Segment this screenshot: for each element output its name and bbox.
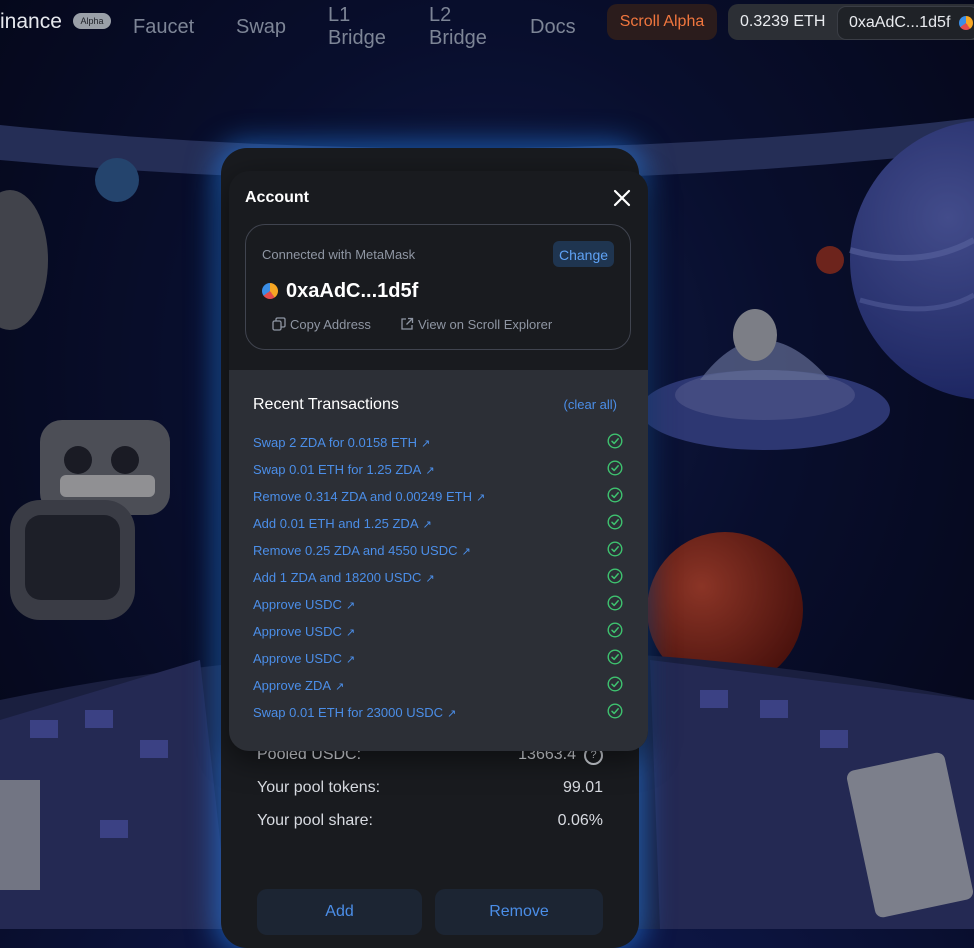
transaction-item[interactable]: Add 0.01 ETH and 1.25 ZDA ↗ [253, 514, 623, 534]
view-explorer-link[interactable]: View on Scroll Explorer [400, 317, 552, 332]
success-check-icon [607, 460, 623, 476]
modal-title: Account [245, 189, 309, 206]
success-check-icon [607, 649, 623, 665]
close-icon[interactable] [611, 187, 633, 209]
copy-icon [272, 317, 286, 331]
external-link-icon [401, 317, 414, 330]
success-check-icon [607, 514, 623, 530]
arrow-up-right-icon: ↗ [421, 438, 431, 450]
transaction-link[interactable]: Remove 0.25 ZDA and 4550 USDC ↗ [253, 543, 471, 558]
transaction-item[interactable]: Swap 0.01 ETH for 23000 USDC ↗ [253, 703, 623, 723]
arrow-up-right-icon: ↗ [345, 627, 356, 639]
pool-share-value: 0.06% [557, 812, 603, 829]
transaction-item[interactable]: Approve USDC ↗ [253, 649, 623, 669]
nav-link-swap[interactable]: Swap [236, 16, 286, 39]
transaction-label: Swap 0.01 ETH for 1.25 ZDA [253, 462, 422, 477]
success-check-icon [607, 541, 623, 557]
success-check-icon [607, 622, 623, 638]
network-selector[interactable]: Scroll Alpha [607, 4, 717, 40]
transaction-item[interactable]: Add 1 ZDA and 18200 USDC ↗ [253, 568, 623, 588]
transaction-link[interactable]: Approve ZDA ↗ [253, 678, 344, 693]
clear-all-button[interactable]: (clear all) [564, 397, 617, 412]
success-check-icon [607, 595, 623, 611]
arrow-up-right-icon: ↗ [425, 573, 435, 585]
transaction-label: Remove 0.25 ZDA and 4550 USDC [253, 543, 458, 558]
nav-link-docs[interactable]: Docs [530, 16, 576, 39]
transaction-label: Add 0.01 ETH and 1.25 ZDA [253, 516, 419, 531]
arrow-up-right-icon: ↗ [475, 492, 486, 504]
transaction-label: Add 1 ZDA and 18200 USDC [253, 570, 422, 585]
transaction-label: Approve USDC [253, 597, 342, 612]
arrow-up-right-icon: ↗ [422, 519, 432, 531]
transaction-item[interactable]: Remove 0.25 ZDA and 4550 USDC ↗ [253, 541, 623, 561]
transaction-label: Approve ZDA [253, 678, 332, 693]
success-check-icon [607, 433, 623, 449]
transaction-link[interactable]: Approve USDC ↗ [253, 651, 355, 666]
change-wallet-button[interactable]: Change [553, 241, 614, 267]
transaction-link[interactable]: Remove 0.314 ZDA and 0.00249 ETH ↗ [253, 489, 485, 504]
recent-transactions-title: Recent Transactions [253, 396, 399, 413]
account-avatar-icon [262, 283, 278, 299]
top-navbar: inance Alpha Faucet Swap L1 Bridge L2 Br… [0, 0, 974, 56]
transaction-item[interactable]: Approve USDC ↗ [253, 595, 623, 615]
success-check-icon [607, 676, 623, 692]
wallet-avatar-icon [959, 16, 973, 30]
transaction-item[interactable]: Approve USDC ↗ [253, 622, 623, 642]
account-modal: Account Connected with MetaMask Change 0… [229, 171, 648, 751]
add-liquidity-button[interactable]: Add [257, 889, 422, 935]
arrow-up-right-icon: ↗ [345, 654, 356, 666]
view-explorer-label: View on Scroll Explorer [418, 317, 553, 332]
arrow-up-right-icon: ↗ [461, 546, 471, 558]
arrow-up-right-icon: ↗ [447, 708, 457, 720]
wallet-status[interactable]: 0.3239 ETH 0xaAdC...1d5f [728, 4, 974, 40]
copy-address-label: Copy Address [290, 317, 371, 332]
recent-transactions-panel: Recent Transactions (clear all) Swap 2 Z… [229, 370, 648, 751]
alpha-badge: Alpha [73, 13, 111, 29]
success-check-icon [607, 487, 623, 503]
transaction-label: Swap 2 ZDA for 0.0158 ETH [253, 435, 418, 450]
success-check-icon [607, 568, 623, 584]
arrow-up-right-icon: ↗ [425, 465, 435, 477]
transaction-item[interactable]: Remove 0.314 ZDA and 0.00249 ETH ↗ [253, 487, 623, 507]
pool-tokens-label: Your pool tokens: [257, 779, 381, 796]
account-details-box: Connected with MetaMask Change 0xaAdC...… [245, 224, 631, 350]
wallet-address-button[interactable]: 0xaAdC...1d5f [837, 6, 974, 40]
nav-link-faucet[interactable]: Faucet [133, 16, 194, 39]
transaction-label: Remove 0.314 ZDA and 0.00249 ETH [253, 489, 472, 504]
transaction-item[interactable]: Approve ZDA ↗ [253, 676, 623, 696]
success-check-icon [607, 703, 623, 719]
transaction-item[interactable]: Swap 0.01 ETH for 1.25 ZDA ↗ [253, 460, 623, 480]
transaction-link[interactable]: Swap 0.01 ETH for 23000 USDC ↗ [253, 705, 456, 720]
eth-balance: 0.3239 ETH [740, 13, 826, 30]
remove-liquidity-button[interactable]: Remove [435, 889, 603, 935]
wallet-address-text: 0xaAdC...1d5f [849, 14, 951, 31]
pool-tokens-value: 99.01 [562, 779, 603, 796]
transaction-label: Swap 0.01 ETH for 23000 USDC [253, 705, 444, 720]
transaction-link[interactable]: Approve USDC ↗ [253, 624, 355, 639]
transaction-link[interactable]: Swap 0.01 ETH for 1.25 ZDA ↗ [253, 462, 435, 477]
nav-link-l2-bridge[interactable]: L2 Bridge [429, 4, 487, 50]
arrow-up-right-icon: ↗ [335, 681, 345, 693]
brand-name[interactable]: inance [0, 10, 62, 34]
transaction-label: Approve USDC [253, 624, 342, 639]
account-address: 0xaAdC...1d5f [286, 280, 419, 302]
pool-share-row: Your pool share: 0.06% [257, 812, 603, 836]
transaction-link[interactable]: Approve USDC ↗ [253, 597, 355, 612]
nav-link-l1-bridge[interactable]: L1 Bridge [328, 4, 386, 50]
transaction-label: Approve USDC [253, 651, 342, 666]
transaction-link[interactable]: Swap 2 ZDA for 0.0158 ETH ↗ [253, 435, 430, 450]
pool-tokens-row: Your pool tokens: 99.01 [257, 779, 603, 803]
transaction-link[interactable]: Add 1 ZDA and 18200 USDC ↗ [253, 570, 435, 585]
pool-share-label: Your pool share: [257, 812, 373, 829]
copy-address-link[interactable]: Copy Address [272, 317, 371, 332]
transaction-link[interactable]: Add 0.01 ETH and 1.25 ZDA ↗ [253, 516, 432, 531]
arrow-up-right-icon: ↗ [345, 600, 356, 612]
connected-with-text: Connected with MetaMask [262, 247, 416, 262]
transaction-item[interactable]: Swap 2 ZDA for 0.0158 ETH ↗ [253, 433, 623, 453]
